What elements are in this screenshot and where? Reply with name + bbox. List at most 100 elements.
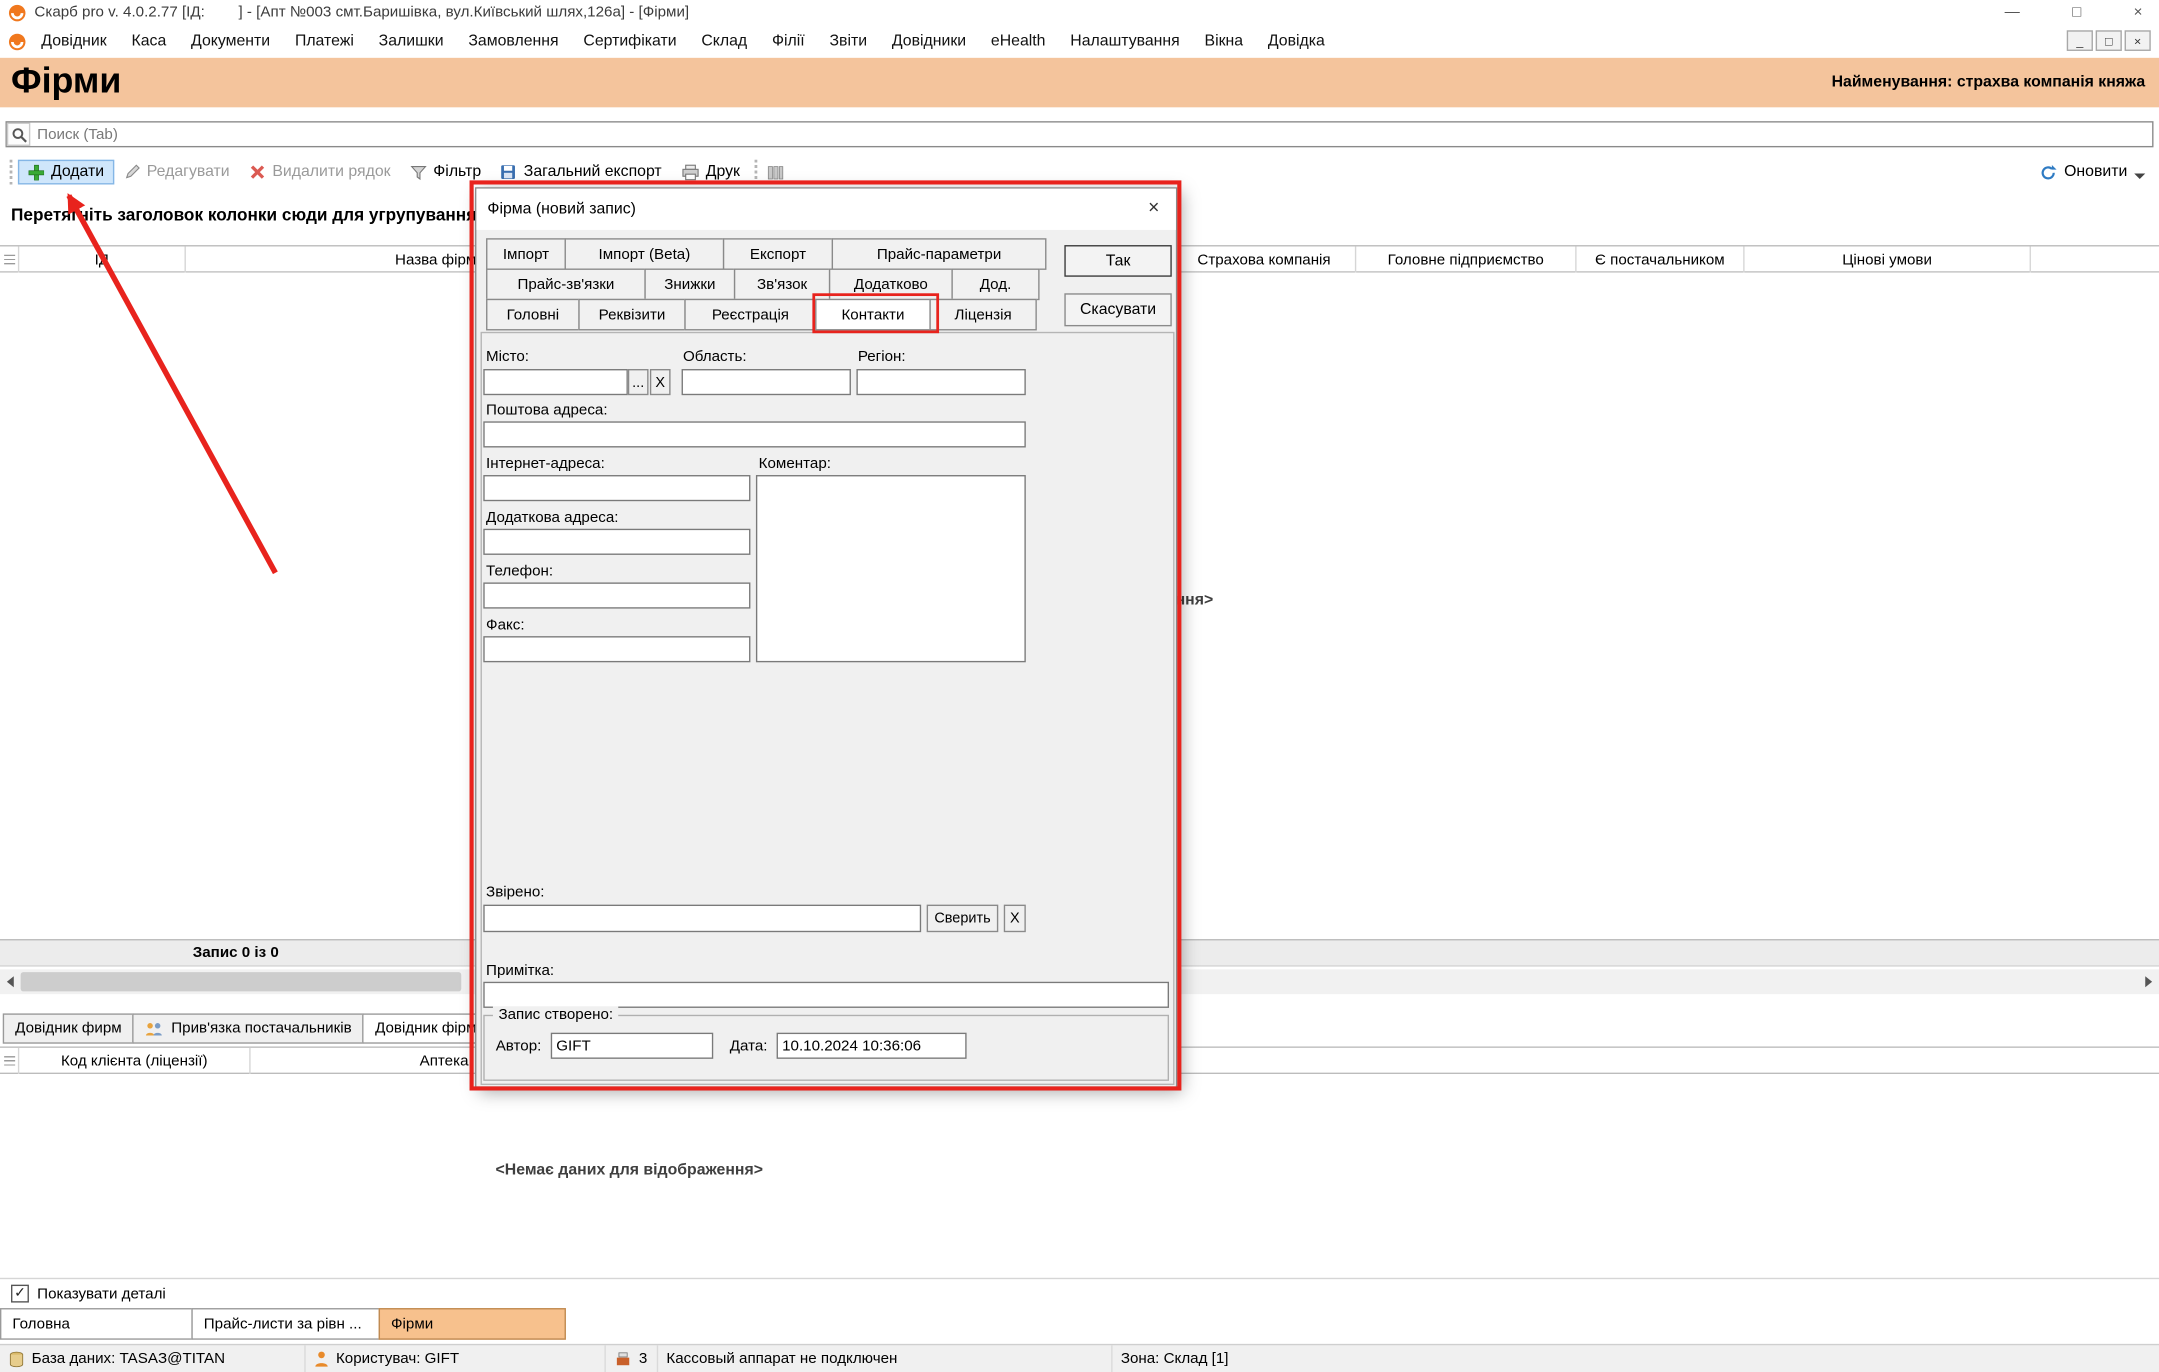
- tab-export[interactable]: Експорт: [723, 238, 833, 270]
- postal-address-input[interactable]: [483, 421, 1026, 447]
- menu-dovidnyk[interactable]: Довідник: [29, 33, 119, 50]
- menu-nalashtuvannia[interactable]: Налаштування: [1058, 33, 1192, 50]
- menu-zamovlennia[interactable]: Замовлення: [456, 33, 571, 50]
- search-box[interactable]: [6, 121, 2154, 147]
- tab-supplier-binding[interactable]: Прив'язка постачальників: [133, 1013, 364, 1043]
- tab-firms-directory-label: Довідник фирм: [15, 1020, 122, 1037]
- tab-requisites[interactable]: Реквізити: [578, 299, 685, 331]
- tab-registration[interactable]: Реєстрація: [684, 299, 816, 331]
- statusbar-count: 3: [606, 1345, 658, 1372]
- column-header-price-terms[interactable]: Цінові умови: [1745, 246, 2031, 272]
- toolbar-grip[interactable]: [754, 160, 760, 185]
- tab-additional[interactable]: Додатково: [829, 268, 953, 300]
- city-input[interactable]: [483, 369, 628, 395]
- toolbar: Додати Редагувати Видалити рядок Фільтр …: [0, 154, 2159, 190]
- tab-price-lists[interactable]: Прайс-листи за рівн ...: [191, 1308, 380, 1340]
- column-header-client-code[interactable]: Код клієнта (ліцензії): [19, 1048, 250, 1074]
- author-input[interactable]: [551, 1033, 713, 1059]
- region-input[interactable]: [856, 369, 1025, 395]
- search-input[interactable]: [30, 126, 2152, 143]
- tab-license[interactable]: Ліцензія: [929, 299, 1036, 331]
- minimize-button[interactable]: —: [2005, 4, 2020, 21]
- show-details-checkbox[interactable]: ✓: [11, 1285, 29, 1303]
- column-header-id[interactable]: ІД: [19, 246, 186, 272]
- tab-price-links[interactable]: Прайс-зв'язки: [486, 268, 646, 300]
- detail-grid-body[interactable]: <Немає даних для відображення>: [0, 1074, 2159, 1278]
- app-logo-icon: [8, 32, 26, 50]
- fax-input[interactable]: [483, 636, 750, 662]
- menu-zalyshky[interactable]: Залишки: [366, 33, 456, 50]
- add-button[interactable]: Додати: [18, 160, 114, 185]
- menu-dovidnyky[interactable]: Довідники: [879, 33, 978, 50]
- ok-button[interactable]: Так: [1064, 245, 1171, 277]
- additional-address-input[interactable]: [483, 529, 750, 555]
- filter-button[interactable]: Фільтр: [400, 160, 491, 185]
- menu-zvity[interactable]: Звіти: [817, 33, 879, 50]
- edit-button[interactable]: Редагувати: [114, 160, 240, 185]
- scrollbar-thumb[interactable]: [21, 972, 462, 991]
- city-ellipsis-button[interactable]: ...: [628, 369, 649, 395]
- user-icon: [314, 1351, 329, 1368]
- tab-import-beta[interactable]: Імпорт (Beta): [565, 238, 725, 270]
- filter-button-label: Фільтр: [433, 164, 481, 181]
- city-clear-button[interactable]: X: [650, 369, 671, 395]
- menu-dovidka[interactable]: Довідка: [1255, 33, 1337, 50]
- tab-contacts[interactable]: Контакти: [815, 299, 931, 331]
- tab-import[interactable]: Імпорт: [486, 238, 566, 270]
- note-input[interactable]: [483, 982, 1169, 1008]
- plus-icon: [28, 164, 45, 181]
- general-export-button[interactable]: Загальний експорт: [491, 160, 672, 185]
- tab-dod[interactable]: Дод.: [951, 268, 1039, 300]
- menu-sklad[interactable]: Склад: [689, 33, 760, 50]
- tab-holovna-label: Головна: [12, 1316, 70, 1333]
- toolbar-grip[interactable]: [8, 160, 14, 185]
- oblast-input[interactable]: [682, 369, 851, 395]
- menu-filii[interactable]: Філії: [760, 33, 818, 50]
- comment-textarea[interactable]: [756, 475, 1026, 662]
- maximize-button[interactable]: □: [2072, 4, 2081, 21]
- column-header-insurance-company[interactable]: Страхова компанія: [1173, 246, 1356, 272]
- scroll-left-arrow[interactable]: [0, 969, 21, 994]
- database-label: База даних: TASAЗ@TITAN: [32, 1351, 225, 1368]
- dialog-close-icon[interactable]: ×: [1148, 196, 1159, 218]
- phone-input[interactable]: [483, 582, 750, 608]
- refresh-button[interactable]: Оновити: [2039, 163, 2145, 181]
- menu-dokumenty[interactable]: Документи: [179, 33, 283, 50]
- scroll-right-arrow[interactable]: [2138, 969, 2159, 994]
- menu-sertyfikaty[interactable]: Сертифікати: [571, 33, 689, 50]
- internet-address-input[interactable]: [483, 475, 750, 501]
- column-chooser-button[interactable]: [763, 160, 788, 185]
- column-header-main-enterprise[interactable]: Головне підприємство: [1356, 246, 1576, 272]
- close-button[interactable]: ×: [2134, 4, 2143, 21]
- verified-input[interactable]: [483, 905, 921, 933]
- menu-kasa[interactable]: Каса: [119, 33, 179, 50]
- menu-ehealth[interactable]: eHealth: [979, 33, 1058, 50]
- user-label: Користувач: GIFT: [336, 1351, 459, 1368]
- row-indicator-header: [0, 246, 19, 272]
- dialog-titlebar[interactable]: Фірма (новий запис) ×: [476, 189, 1175, 230]
- cancel-button[interactable]: Скасувати: [1064, 293, 1171, 326]
- tab-main[interactable]: Головні: [486, 299, 580, 331]
- delete-row-button[interactable]: Видалити рядок: [239, 160, 400, 185]
- tab-price-params[interactable]: Прайс-параметри: [832, 238, 1047, 270]
- date-input[interactable]: [777, 1033, 967, 1059]
- menu-platezhi[interactable]: Платежі: [283, 33, 367, 50]
- tab-firms-directory[interactable]: Довідник фирм: [3, 1013, 134, 1043]
- verified-clear-button[interactable]: X: [1004, 905, 1026, 933]
- add-button-label: Додати: [51, 164, 104, 181]
- mdi-restore-button[interactable]: □: [2096, 30, 2122, 51]
- tab-connection[interactable]: Зв'язок: [734, 268, 830, 300]
- print-button[interactable]: Друк: [671, 160, 749, 185]
- tab-holovna[interactable]: Головна: [0, 1308, 193, 1340]
- menu-vikna[interactable]: Вікна: [1192, 33, 1255, 50]
- chevron-down-icon[interactable]: [2134, 173, 2145, 179]
- column-header-is-supplier[interactable]: Є постачальником: [1577, 246, 1745, 272]
- tab-firmy[interactable]: Фірми: [379, 1308, 566, 1340]
- window-controls: — □ ×: [2005, 0, 2143, 25]
- mdi-minimize-button[interactable]: _: [2067, 30, 2093, 51]
- tab-discounts[interactable]: Знижки: [644, 268, 735, 300]
- row-indicator-header: [0, 1048, 19, 1074]
- search-icon: [7, 123, 30, 146]
- mdi-close-button[interactable]: ×: [2125, 30, 2151, 51]
- verify-button[interactable]: Сверить: [927, 905, 999, 933]
